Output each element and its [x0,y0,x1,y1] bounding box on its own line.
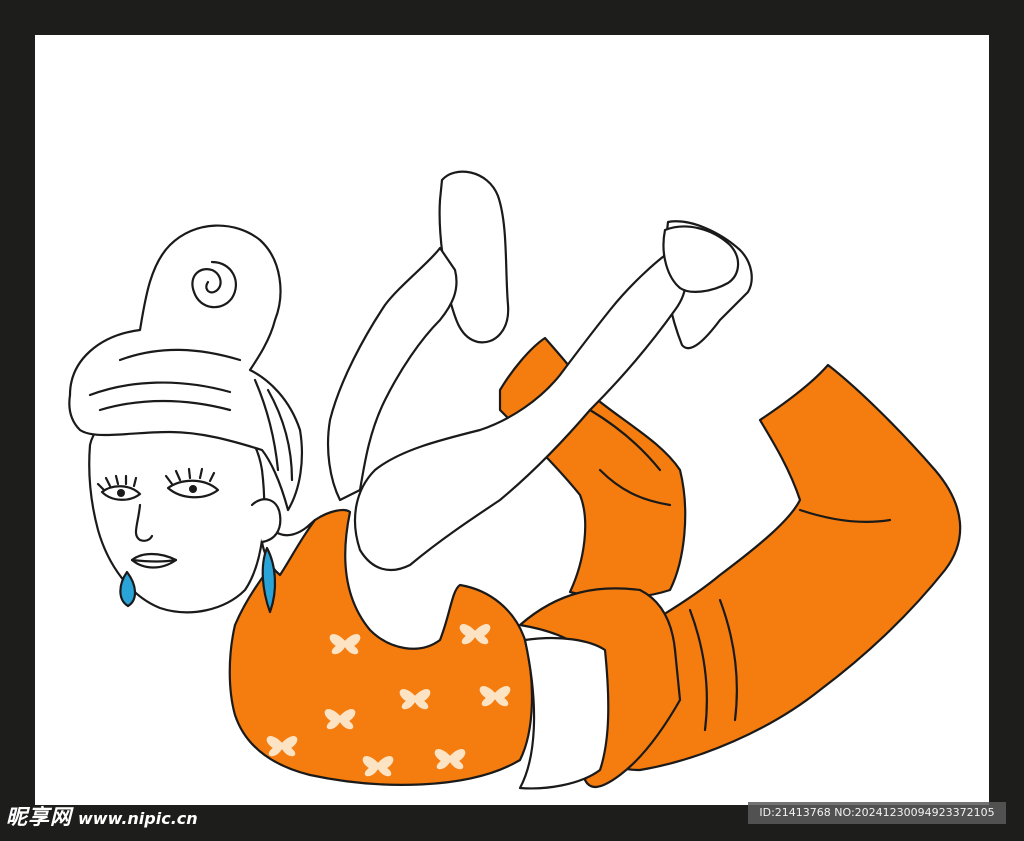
midriff [518,636,610,790]
watermark: 昵享网 www.nipic.cn [6,805,198,829]
yoga-illustration [68,170,962,790]
back-foot [438,170,510,344]
watermark-brand: 昵享网 [6,805,72,829]
front-hand [662,225,740,293]
image-id-bar: ID:21413768 NO:20241230094923372105 [748,802,1006,824]
watermark-site: www.nipic.cn [78,809,198,828]
